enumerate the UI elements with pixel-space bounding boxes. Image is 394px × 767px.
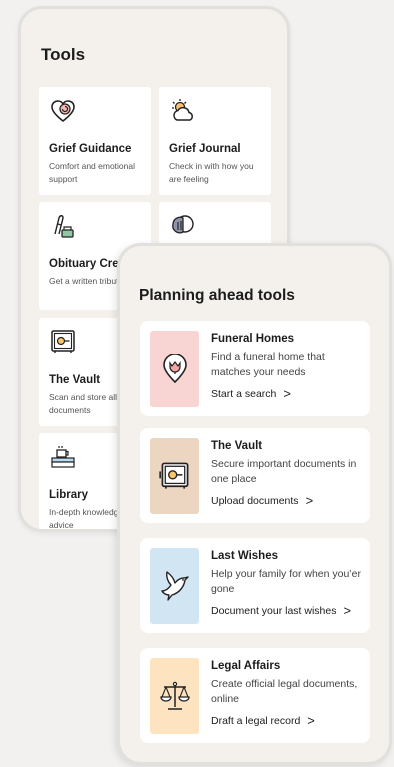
document-wishes-link[interactable]: Document your last wishes > — [211, 604, 351, 617]
chevron-right-icon: > — [283, 386, 291, 401]
dove-icon — [160, 571, 189, 601]
tool-card-title: Grief Guidance — [49, 143, 132, 155]
plan-card-funeral-homes[interactable]: Funeral Homes Find a funeral home that m… — [140, 321, 370, 416]
tool-card-desc: Check in with how you are feeling — [169, 161, 254, 184]
card-thumbnail — [150, 548, 199, 624]
tulip-pin-icon — [162, 354, 187, 384]
plan-card-action: Document your last wishes — [211, 604, 337, 617]
chevron-right-icon: > — [307, 713, 315, 728]
plan-card-legal-affairs[interactable]: Legal Affairs Create official legal docu… — [140, 648, 370, 743]
upload-documents-link[interactable]: Upload documents > — [211, 494, 313, 507]
plan-card-last-wishes[interactable]: Last Wishes Help your family for when yo… — [140, 538, 370, 633]
scales-icon — [159, 681, 190, 710]
plan-card-desc: Help your family for when you’er gone — [211, 568, 361, 595]
plan-card-title: Last Wishes — [211, 550, 279, 562]
card-thumbnail — [150, 658, 199, 734]
tool-card-grief-guidance[interactable]: Grief Guidance Comfort and emotional sup… — [39, 87, 151, 195]
tool-card-grief-journal[interactable]: Grief Journal Check in with how you are … — [159, 87, 271, 195]
planning-title: Planning ahead tools — [139, 287, 295, 304]
tool-card-desc: Comfort and emotional support — [49, 161, 135, 184]
card-thumbnail — [150, 331, 199, 407]
start-search-link[interactable]: Start a search > — [211, 387, 291, 400]
plan-card-action: Start a search — [211, 387, 277, 400]
tool-card-title: Grief Journal — [169, 143, 241, 155]
plan-card-title: The Vault — [211, 440, 263, 452]
plan-card-title: Funeral Homes — [211, 333, 295, 345]
hand-icon — [172, 215, 194, 234]
card-thumbnail — [150, 438, 199, 514]
plan-card-desc: Secure important documents in one place — [211, 458, 357, 485]
tool-card-title: Library — [49, 489, 88, 501]
plan-card-desc: Create official legal documents, online — [211, 678, 358, 705]
sun-cloud-icon — [172, 99, 193, 121]
chevron-right-icon: > — [343, 603, 352, 618]
plan-card-title: Legal Affairs — [211, 660, 281, 672]
plan-card-action: Draft a legal record — [211, 714, 301, 727]
coffee-icon — [51, 446, 75, 468]
safe-icon — [158, 462, 188, 489]
heart-icon — [51, 100, 75, 123]
plan-card-action: Upload documents — [211, 494, 299, 507]
safe-icon — [51, 330, 75, 353]
plan-card-desc: Find a funeral home that matches your ne… — [211, 351, 325, 378]
plan-card-vault[interactable]: The Vault Secure important documents in … — [140, 428, 370, 523]
draft-legal-record-link[interactable]: Draft a legal record > — [211, 714, 315, 727]
tools-title: Tools — [41, 45, 86, 64]
quill-icon — [54, 215, 74, 238]
chevron-right-icon: > — [305, 493, 314, 508]
tool-card-title: The Vault — [49, 374, 101, 386]
planning-screen: Planning ahead tools Funeral Homes Find … — [117, 243, 392, 765]
